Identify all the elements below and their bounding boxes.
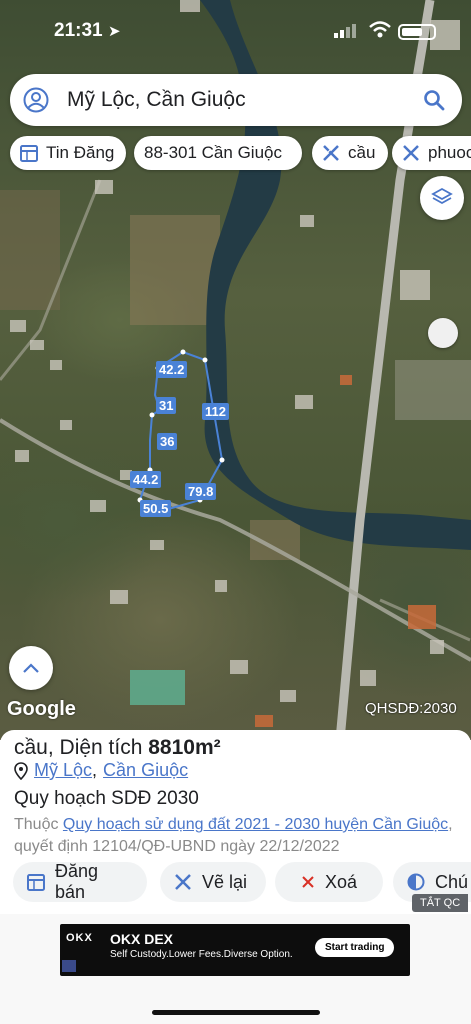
chip-phuoc[interactable]: phuoc <box>392 136 471 170</box>
parcel-title: cầu, Diện tích 8810m² <box>14 736 221 760</box>
action-label: Vẽ lại <box>202 871 248 892</box>
ad-headline: OKX DEX <box>110 931 174 947</box>
search-bar[interactable]: Mỹ Lộc, Cần Giuộc <box>10 74 462 126</box>
plan-description: Thuộc Quy hoạch sử dụng đất 2021 - 2030 … <box>14 814 454 858</box>
plan-subtitle: Quy hoạch SDĐ 2030 <box>14 788 199 809</box>
location-pin-icon <box>14 761 28 780</box>
contrast-icon <box>407 873 425 891</box>
parcel-edge-label: 50.5 <box>140 500 172 517</box>
home-indicator[interactable] <box>152 1010 320 1015</box>
layers-icon <box>431 187 453 205</box>
location-separator: , <box>92 760 98 780</box>
chip-label: Tin Đăng <box>46 143 115 162</box>
layers-button[interactable] <box>420 176 464 220</box>
battery-icon <box>398 24 436 40</box>
parcel-location: Mỹ Lộc, Cần Giuộc <box>14 760 188 781</box>
field-patch <box>130 215 220 325</box>
ruler-cross-icon <box>323 145 339 161</box>
field-patch <box>395 360 471 420</box>
location-arrow-icon: ➤ <box>108 23 121 40</box>
redraw-button[interactable]: Vẽ lại <box>160 862 266 902</box>
ad-banner[interactable]: OKX OKX DEX Self Custody.Lower Fees.Dive… <box>60 924 410 976</box>
parcel-area: 8810m² <box>148 736 221 759</box>
calendar-icon <box>27 874 45 891</box>
chip-tin-dang[interactable]: Tin Đăng <box>10 136 126 170</box>
parcel-title-prefix: cầu, Diện tích <box>14 736 149 759</box>
calendar-icon <box>20 145 38 162</box>
pond <box>130 670 185 705</box>
ad-logo: OKX <box>66 932 93 944</box>
plan-link[interactable]: Quy hoạch sử dụng đất 2021 - 2030 huyện … <box>63 816 448 833</box>
chip-label: cầu <box>348 143 376 162</box>
clock: 21:31 <box>54 20 103 41</box>
ad-play-icon <box>62 960 76 972</box>
chip-cau[interactable]: cầu <box>312 136 388 170</box>
chip-label: 88-301 Cần Giuộc <box>144 143 282 162</box>
hide-ads-button[interactable]: TẮT QC <box>412 894 469 912</box>
search-icon[interactable] <box>422 88 446 112</box>
parcel-edge-label: 36 <box>157 433 178 450</box>
search-input[interactable]: Mỹ Lộc, Cần Giuộc <box>67 88 422 112</box>
delete-button[interactable]: Xoá <box>275 862 383 902</box>
field-patch <box>0 190 60 310</box>
chip-label: phuoc <box>428 143 471 162</box>
chip-88-301[interactable]: 88-301 Cần Giuộc <box>134 136 302 170</box>
action-label: Chú <box>435 871 469 892</box>
chevron-up-icon <box>23 663 39 673</box>
parcel-edge-label: 42.2 <box>156 361 188 378</box>
expand-map-button[interactable] <box>9 646 53 690</box>
ruler-cross-icon <box>175 874 191 890</box>
parcel-info-panel: cầu, Diện tích 8810m² Mỹ Lộc, Cần Giuộc Q… <box>0 730 471 914</box>
ruler-cross-icon <box>403 145 419 161</box>
status-bar: 21:31 ➤ <box>0 0 471 64</box>
action-label: Xoá <box>325 871 358 892</box>
parcel-edge-label: 31 <box>156 397 177 414</box>
account-icon[interactable] <box>23 87 49 113</box>
plan-watermark: QHSDĐ:2030 <box>365 700 457 717</box>
ad-banner-area: OKX OKX DEX Self Custody.Lower Fees.Dive… <box>0 914 471 1024</box>
parcel-edge-label: 112 <box>202 403 229 420</box>
close-icon <box>302 876 314 888</box>
wifi-icon <box>369 21 391 38</box>
cellular-signal-icon <box>334 24 356 38</box>
google-logo: Google <box>7 698 76 720</box>
desc-prefix: Thuộc <box>14 816 63 833</box>
map-slider-handle[interactable] <box>428 318 458 348</box>
action-label: Đăng bán <box>54 861 99 902</box>
post-sale-button[interactable]: Đăng bán <box>13 861 147 902</box>
parcel-edge-label: 79.8 <box>185 483 217 500</box>
location-link-district[interactable]: Cần Giuộc <box>103 760 188 781</box>
ad-cta-button[interactable]: Start trading <box>315 938 395 957</box>
parcel-edge-label: 44.2 <box>130 471 162 488</box>
ad-subtext: Self Custody.Lower Fees.Diverse Option. <box>110 949 293 960</box>
location-link-commune[interactable]: Mỹ Lộc <box>34 760 92 781</box>
